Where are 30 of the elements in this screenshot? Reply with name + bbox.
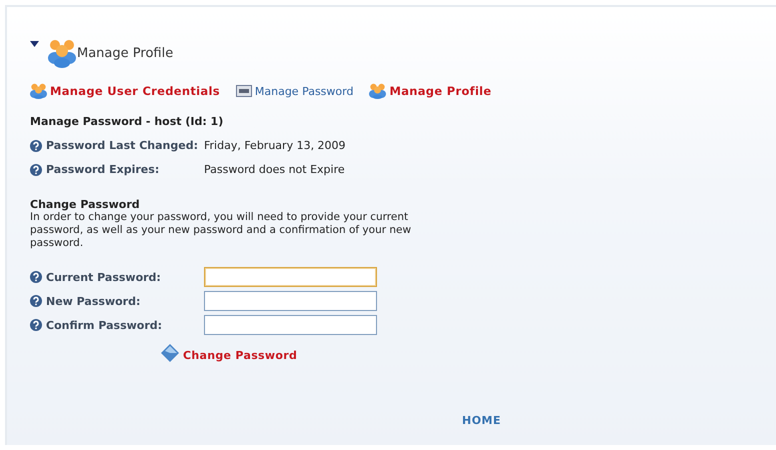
section-heading: Manage Password - host (Id: 1) — [30, 115, 224, 128]
password-field[interactable] — [204, 291, 377, 311]
people-icon — [369, 83, 386, 99]
password-field[interactable] — [204, 267, 377, 287]
field-label: Confirm Password: — [46, 318, 162, 332]
help-icon[interactable] — [30, 164, 42, 176]
change-password-link[interactable]: Change Password — [183, 349, 298, 362]
field-label: Password Expires: — [46, 163, 160, 176]
diamond-icon — [161, 344, 179, 362]
nav-link[interactable]: Manage Password — [236, 84, 354, 98]
people-icon — [48, 38, 76, 68]
section-title: Change Password — [30, 198, 141, 211]
help-icon[interactable] — [30, 140, 42, 152]
nav-link[interactable]: Manage User Credentials — [30, 83, 220, 99]
module-title: Manage Profile — [77, 46, 174, 60]
help-icon[interactable] — [30, 295, 42, 307]
field-value: Friday, February 13, 2009 — [204, 139, 346, 152]
field-value: Password does not Expire — [204, 163, 345, 176]
field-label: Current Password: — [46, 270, 161, 284]
home-link[interactable]: HOME — [462, 414, 502, 427]
field-label: Password Last Changed: — [46, 139, 198, 152]
field-label: New Password: — [46, 294, 140, 308]
help-icon[interactable] — [30, 271, 42, 283]
description: In order to change your password, you will need to provide your current password, as well as your new password and a confirmation of your new password. — [30, 211, 412, 250]
collapse-triangle-icon[interactable] — [30, 41, 39, 47]
card-icon — [236, 85, 252, 97]
help-icon[interactable] — [30, 319, 42, 331]
password-field[interactable] — [204, 315, 377, 335]
nav-link[interactable]: Manage Profile — [369, 83, 492, 99]
people-icon — [30, 83, 47, 99]
